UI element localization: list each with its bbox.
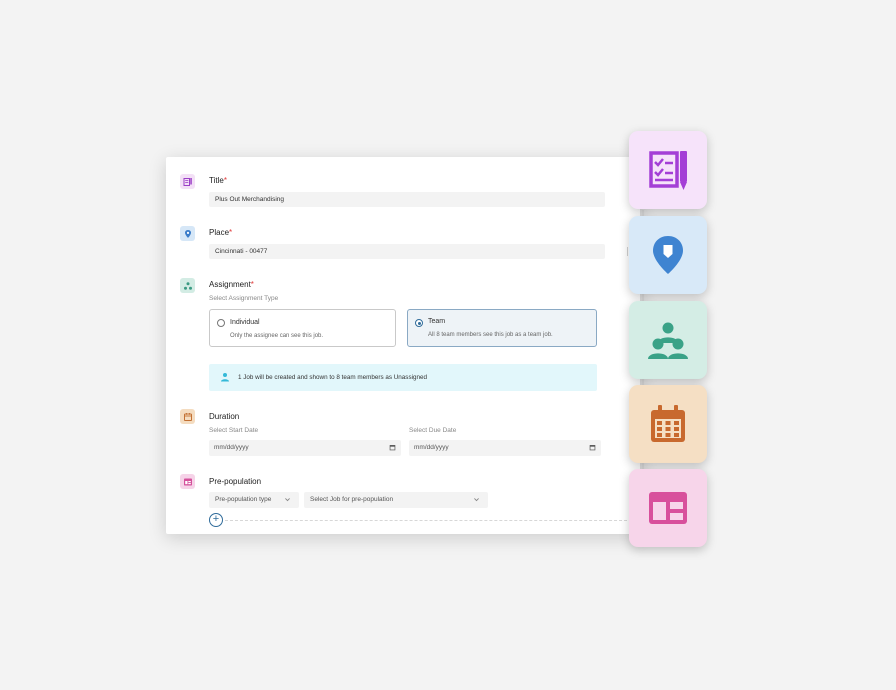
divider [225,520,637,521]
prepopulation-label: Pre-population [209,477,262,486]
team-radio[interactable] [415,319,423,327]
hierarchy-icon [180,278,195,293]
select-divider [627,247,628,256]
assignment-label: Assignment* [209,280,254,289]
individual-option-label: Individual [230,319,260,326]
team-icon [648,322,688,359]
prepopulation-job-select[interactable]: Select Job for pre-population [304,492,488,508]
assignment-subtitle: Select Assignment Type [209,295,279,302]
location-pin-icon [180,226,195,241]
layout-icon [180,474,195,489]
tile-layout [629,469,707,547]
individual-option-description: Only the assignee can see this job. [230,333,324,339]
person-icon [221,373,229,382]
title-label: Title* [209,176,227,185]
checklist-pen-icon [649,151,687,190]
tile-location [629,216,707,294]
location-pin-icon [653,236,683,274]
layout-icon [649,492,687,524]
prepopulation-job-placeholder: Select Job for pre-population [310,496,394,503]
tile-calendar [629,385,707,463]
place-label: Place* [209,228,233,237]
calendar-picker-icon[interactable] [589,444,596,451]
chevron-down-icon [285,498,290,502]
checklist-icon [180,174,195,189]
calendar-icon [180,409,195,424]
title-input[interactable]: Plus Out Merchandising [209,192,605,207]
start-date-label: Select Start Date [209,427,259,434]
calendar-picker-icon[interactable] [389,444,396,451]
tile-team [629,301,707,379]
start-date-placeholder: mm/dd/yyyy [214,444,249,451]
prepopulation-type-placeholder: Pre-population type [215,496,272,503]
due-date-placeholder: mm/dd/yyyy [414,444,449,451]
calendar-icon [651,405,685,442]
prepopulation-type-select[interactable]: Pre-population type [209,492,299,508]
add-prepopulation-button[interactable]: + [209,513,223,527]
assignment-option-team[interactable]: Team All 8 team members see this job as … [407,309,597,347]
individual-radio[interactable] [217,319,225,327]
assignment-info-text: 1 Job will be created and shown to 8 tea… [238,374,428,381]
start-date-input[interactable]: mm/dd/yyyy [209,440,401,456]
tile-checklist [629,131,707,209]
duration-label: Duration [209,412,240,421]
team-option-label: Team [428,318,446,325]
chevron-down-icon [474,498,479,502]
due-date-label: Select Due Date [409,427,457,434]
assignment-info-banner: 1 Job will be created and shown to 8 tea… [209,364,597,391]
due-date-input[interactable]: mm/dd/yyyy [409,440,601,456]
job-form-card: Title* Plus Out Merchandising Place* Cin… [166,157,640,534]
place-select-value: Cincinnati - 00477 [215,248,268,255]
team-option-description: All 8 team members see this job as a tea… [428,332,553,338]
assignment-option-individual[interactable]: Individual Only the assignee can see thi… [209,309,396,347]
place-select[interactable]: Cincinnati - 00477 [209,244,640,259]
